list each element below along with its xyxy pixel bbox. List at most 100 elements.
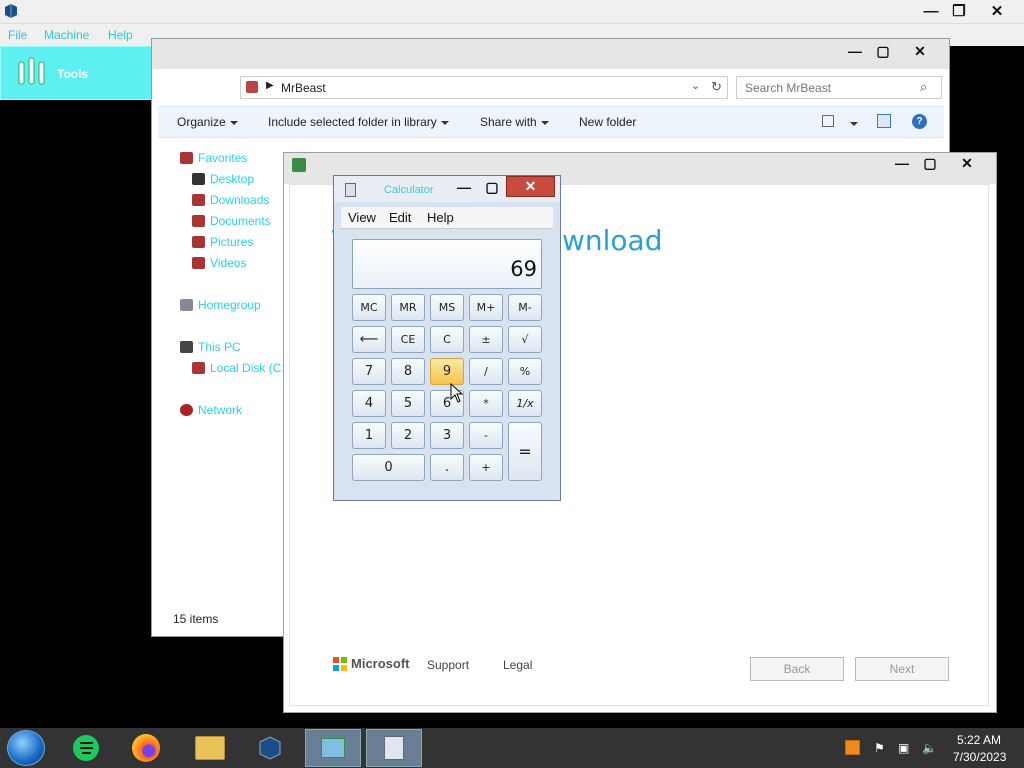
- key-plus-minus[interactable]: ±: [469, 326, 503, 353]
- key-m-minus[interactable]: M-: [508, 294, 542, 321]
- address-dropdown-icon[interactable]: ⌄: [691, 79, 700, 92]
- view-options-icon[interactable]: [822, 115, 834, 127]
- nav-pictures[interactable]: Pictures: [192, 235, 253, 249]
- clock-time[interactable]: 5:22 AM: [957, 733, 1001, 747]
- key-reciprocal[interactable]: 1/x: [508, 390, 542, 417]
- key-c[interactable]: C: [430, 326, 464, 353]
- key-equals[interactable]: =: [508, 422, 542, 481]
- legal-link[interactable]: Legal: [503, 658, 532, 672]
- calc-menu-view[interactable]: View: [348, 210, 376, 225]
- vb-menu-machine[interactable]: Machine: [44, 28, 89, 42]
- key-ms[interactable]: MS: [430, 294, 464, 321]
- nav-local-disk[interactable]: Local Disk (C:): [192, 361, 289, 375]
- key-percent[interactable]: %: [508, 358, 542, 385]
- search-icon[interactable]: ⌕: [920, 79, 927, 95]
- setup-maximize-button[interactable]: ▢: [916, 153, 944, 173]
- explorer-maximize-button[interactable]: ▢: [869, 41, 897, 61]
- nav-network[interactable]: Network: [180, 403, 242, 417]
- calc-minimize-button[interactable]: —: [450, 177, 478, 197]
- key-1[interactable]: 1: [352, 422, 386, 449]
- key-mc[interactable]: MC: [352, 294, 386, 321]
- key-m-plus[interactable]: M+: [469, 294, 503, 321]
- taskbar-virtualbox[interactable]: [242, 729, 298, 767]
- key-2[interactable]: 2: [391, 422, 425, 449]
- calc-menu-help[interactable]: Help: [427, 210, 454, 225]
- support-link[interactable]: Support: [427, 658, 469, 672]
- nav-desktop[interactable]: Desktop: [192, 172, 254, 186]
- key-decimal[interactable]: .: [430, 454, 464, 481]
- volume-icon[interactable]: 🔈: [922, 741, 937, 755]
- taskbar-notes-app[interactable]: [58, 729, 114, 767]
- key-7[interactable]: 7: [352, 358, 386, 385]
- nav-favorites[interactable]: Favorites: [180, 151, 247, 165]
- key-subtract[interactable]: -: [469, 422, 503, 449]
- key-4[interactable]: 4: [352, 390, 386, 417]
- key-5[interactable]: 5: [391, 390, 425, 417]
- key-8[interactable]: 8: [391, 358, 425, 385]
- setup-close-button[interactable]: ✕: [953, 153, 981, 173]
- taskbar-firefox[interactable]: [118, 729, 174, 767]
- start-button[interactable]: [7, 730, 45, 766]
- favorites-icon: [180, 152, 193, 164]
- key-9[interactable]: 9: [430, 358, 464, 385]
- preview-pane-icon[interactable]: [877, 114, 891, 128]
- network-tray-icon[interactable]: ▣: [898, 741, 909, 755]
- setup-taskbar-icon: [321, 738, 345, 758]
- organize-button[interactable]: Organize: [177, 115, 238, 129]
- virtualbox-logo-icon: [3, 3, 19, 19]
- explorer-minimize-button[interactable]: —: [841, 41, 869, 61]
- downloads-icon: [192, 194, 205, 206]
- help-icon[interactable]: ?: [912, 114, 927, 129]
- explorer-close-button[interactable]: ✕: [906, 41, 934, 61]
- taskbar-calculator[interactable]: [366, 729, 422, 767]
- disk-icon: [192, 362, 205, 374]
- include-in-library-button[interactable]: Include selected folder in library: [268, 115, 449, 129]
- tray-app-icon[interactable]: [845, 740, 860, 755]
- back-button[interactable]: Back: [750, 657, 844, 681]
- share-with-button[interactable]: Share with: [480, 115, 549, 129]
- folder-icon: [246, 81, 258, 93]
- key-3[interactable]: 3: [430, 422, 464, 449]
- key-ce[interactable]: CE: [391, 326, 425, 353]
- calculator-taskbar-icon: [384, 736, 404, 760]
- next-button[interactable]: Next: [855, 657, 949, 681]
- key-add[interactable]: +: [469, 454, 503, 481]
- vb-menu-help[interactable]: Help: [108, 28, 133, 42]
- nav-downloads[interactable]: Downloads: [192, 193, 269, 207]
- view-dropdown-icon[interactable]: [846, 116, 858, 130]
- firefox-icon: [132, 734, 160, 762]
- pictures-icon: [192, 236, 205, 248]
- setup-heading-text: wnload: [562, 224, 663, 257]
- nav-homegroup[interactable]: Homegroup: [180, 298, 261, 312]
- key-0[interactable]: 0: [352, 454, 425, 481]
- breadcrumb-arrow-icon[interactable]: ▶: [266, 80, 274, 91]
- key-backspace[interactable]: ⟵: [352, 326, 386, 353]
- nav-documents[interactable]: Documents: [192, 214, 271, 228]
- calc-menu-edit[interactable]: Edit: [389, 210, 411, 225]
- key-divide[interactable]: /: [469, 358, 503, 385]
- search-placeholder: Search MrBeast: [745, 81, 832, 95]
- vb-menu-file[interactable]: File: [8, 28, 27, 42]
- clock-date[interactable]: 7/30/2023: [953, 750, 1006, 764]
- explorer-status-count: 15 items: [173, 612, 219, 626]
- microsoft-brand: Microsoft: [351, 656, 410, 671]
- key-multiply[interactable]: *: [469, 390, 503, 417]
- calc-maximize-button[interactable]: ▢: [478, 177, 506, 197]
- refresh-icon[interactable]: ↻: [711, 79, 722, 95]
- documents-icon: [192, 215, 205, 227]
- vb-close-button[interactable]: ✕: [980, 0, 1014, 22]
- taskbar-file-explorer[interactable]: [182, 729, 238, 767]
- key-mr[interactable]: MR: [391, 294, 425, 321]
- taskbar-setup[interactable]: [305, 729, 361, 767]
- action-center-flag-icon[interactable]: ⚑: [874, 741, 885, 755]
- setup-minimize-button[interactable]: —: [888, 153, 916, 173]
- key-sqrt[interactable]: √: [508, 326, 542, 353]
- new-folder-button[interactable]: New folder: [579, 115, 636, 129]
- address-path: MrBeast: [281, 81, 326, 95]
- calc-close-button[interactable]: ✕: [506, 176, 555, 197]
- nav-this-pc[interactable]: This PC: [180, 340, 241, 354]
- vb-restore-button[interactable]: ❐: [942, 0, 976, 22]
- tools-icon: [16, 56, 48, 91]
- file-explorer-icon: [195, 736, 225, 760]
- nav-videos[interactable]: Videos: [192, 256, 246, 270]
